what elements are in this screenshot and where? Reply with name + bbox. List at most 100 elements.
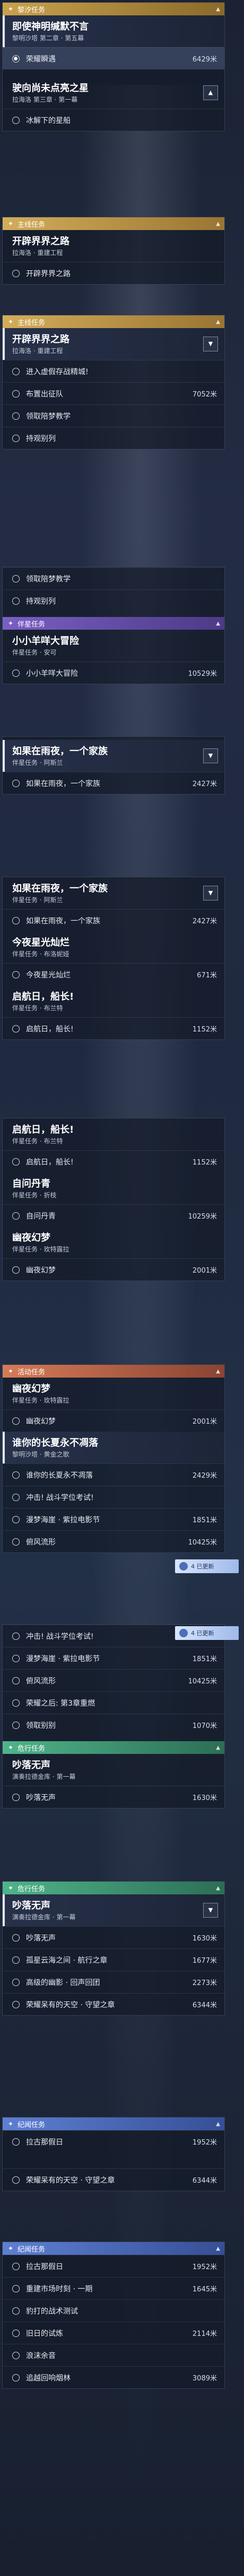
radio-icon: [12, 116, 20, 124]
expand-toggle-icon[interactable]: ▲: [203, 85, 218, 100]
collapse-icon[interactable]: ▲: [216, 2246, 220, 2252]
quest-item[interactable]: 启航日，船长! 伴星任务 · 布兰特: [3, 1118, 224, 1150]
collapse-icon[interactable]: ▲: [216, 1369, 220, 1374]
quest-item[interactable]: 自问丹青 伴星任务 · 折枝: [3, 1172, 224, 1204]
quest-step[interactable]: 荣耀之后: 第3章重燃: [3, 1691, 224, 1714]
quest-item[interactable]: 吵落无声 演奏拉德金库 · 第一幕 ▼: [3, 1894, 224, 1926]
quest-step[interactable]: 谁你的长夏永不凋落 2429米: [3, 1463, 224, 1486]
quest-step[interactable]: 荣耀瞬遇 6429米: [3, 47, 224, 69]
quest-step[interactable]: 冰解下的星船: [3, 109, 224, 131]
quest-step[interactable]: 荣耀呆有的天空 · 守望之章 6344米: [3, 1993, 224, 2015]
collapse-icon[interactable]: ▲: [216, 1745, 220, 1751]
quest-item[interactable]: 谁你的长夏永不凋落 黎明沙塔 · 黄金之歌: [3, 1432, 224, 1463]
quest-step[interactable]: 拉古那假日 1952米: [3, 2130, 224, 2152]
quest-step[interactable]: 开辟界界之路: [3, 262, 224, 284]
expand-toggle-icon[interactable]: ▼: [203, 748, 218, 763]
radio-icon: [12, 434, 20, 442]
quest-step[interactable]: 孤星云海之间 · 航行之章 1677米: [3, 1948, 224, 1971]
quest-step[interactable]: 漫梦海崖 · 紫拉电影节 1851米: [3, 1508, 224, 1530]
quest-step[interactable]: 拉古那假日 1952米: [3, 2255, 224, 2277]
quest-step[interactable]: 启航日，船长! 1152米: [3, 1017, 224, 1039]
quest-item[interactable]: 吵落无声 演奏拉德金库 · 第一幕: [3, 1754, 224, 1786]
step-distance: 2429米: [192, 1472, 217, 1480]
category-header[interactable]: ✦ 危行任务 ▲: [3, 1882, 224, 1894]
category-label: 伴星任务: [18, 620, 46, 629]
quest-step[interactable]: 如果在雨夜，一个家族 2427米: [3, 909, 224, 931]
quest-step[interactable]: 今夜星光灿烂 671米: [3, 963, 224, 985]
category-header[interactable]: ✦ 活动任务 ▲: [3, 1365, 224, 1378]
radio-icon: [12, 1677, 20, 1684]
quest-step[interactable]: 领取陪梦教学: [3, 404, 224, 427]
collapse-icon[interactable]: ▲: [216, 221, 220, 227]
quest-item[interactable]: 即使神明缄默不言 黎明沙塔 第二章 · 第五幕: [3, 15, 224, 47]
quest-item[interactable]: 幽夜幻梦 伴星任务 · 玫特露拉: [3, 1378, 224, 1409]
quest-step[interactable]: 旧日的试炼 2114米: [3, 2322, 224, 2344]
quest-step[interactable]: 进入虚假存战精城!: [3, 360, 224, 382]
quest-step[interactable]: 如果在雨夜，一个家族 2427米: [3, 772, 224, 794]
quest-step[interactable]: 幽夜幻梦 2001米: [3, 1258, 224, 1281]
quest-step[interactable]: 小小羊咩大冒险 10529米: [3, 661, 224, 684]
quest-step[interactable]: 布置出征队 7052米: [3, 382, 224, 404]
step-label: 高级的幽影 · 回声回团: [26, 1978, 100, 1987]
quest-step[interactable]: 领取别别 1070米: [3, 1714, 224, 1736]
quest-item[interactable]: 如果在雨夜，一个家族 伴星任务 · 阿斯兰 ▼: [3, 877, 224, 909]
category-star-icon: ✦: [7, 5, 14, 13]
quest-step[interactable]: 高级的幽影 · 回声回团 2273米: [3, 1971, 224, 1993]
step-distance: 6344米: [192, 2001, 217, 2009]
quest-step[interactable]: 荣耀呆有的天空 · 守望之章 6344米: [3, 2168, 224, 2191]
category-header[interactable]: ✦ 伴星任务 ▲: [3, 617, 224, 630]
step-label: 吵落无声: [26, 1793, 56, 1802]
quest-item[interactable]: 驶向尚未点亮之星 拉海洛 第三章 · 第一幕 ▲: [3, 77, 224, 109]
step-distance: 2427米: [192, 780, 217, 788]
quest-step[interactable]: 冲击! 战斗学位考试!: [3, 1486, 224, 1508]
quest-step[interactable]: 豹打的战术测试: [3, 2299, 224, 2322]
expand-toggle-icon[interactable]: ▼: [203, 886, 218, 901]
quest-step[interactable]: 漫梦海崖 · 紫拉电影节 1851米: [3, 1647, 224, 1669]
category-header[interactable]: ✦ 纪闻任务 ▲: [3, 2242, 224, 2255]
quest-title: 驶向尚未点亮之星: [12, 83, 89, 94]
quest-item[interactable]: 幽夜幻梦 伴星任务 · 玫特露拉: [3, 1227, 224, 1258]
collapse-icon[interactable]: ▲: [216, 6, 220, 12]
quest-step[interactable]: 俯风流形 10425米: [3, 1530, 224, 1552]
quest-screen-6: 如果在雨夜，一个家族 伴星任务 · 阿斯兰 ▼ 如果在雨夜，一个家族 2427米…: [0, 875, 244, 1110]
quest-step[interactable]: 持观别列: [3, 427, 224, 449]
category-header[interactable]: ✦ 危行任务 ▲: [3, 1741, 224, 1754]
quest-item[interactable]: 如果在雨夜，一个家族 伴星任务 · 阿斯兰 ▼: [3, 740, 224, 772]
radio-icon: [12, 1793, 20, 1801]
update-toast[interactable]: 4 已更新: [175, 1626, 239, 1640]
quest-item[interactable]: 小小羊咩大冒险 伴星任务 · 安可: [3, 630, 224, 661]
collapse-icon[interactable]: ▲: [216, 1885, 220, 1891]
category-header[interactable]: ✦ 主线任务 ▲: [3, 217, 224, 230]
quest-item[interactable]: 启航日，船长! 伴星任务 · 布兰特: [3, 985, 224, 1017]
quest-panel: 启航日，船长! 伴星任务 · 布兰特 启航日，船长! 1152米 自问丹青 伴星…: [2, 1118, 225, 1281]
quest-step[interactable]: 追越回响烟林 3089米: [3, 2366, 224, 2388]
category-header[interactable]: ✦ 纪闻任务 ▲: [3, 2118, 224, 2130]
quest-step[interactable]: 吵落无声 1630米: [3, 1786, 224, 1808]
category-label: 主线任务: [18, 319, 46, 327]
step-label: 谁你的长夏永不凋落: [26, 1471, 93, 1480]
quest-step[interactable]: 俯风流形 10425米: [3, 1669, 224, 1691]
quest-step[interactable]: 重建市场时刻 · 一期 1645米: [3, 2277, 224, 2299]
quest-item[interactable]: 开辟界界之路 拉海洛 · 重建工程: [3, 230, 224, 262]
quest-step[interactable]: 自问丹青 10259米: [3, 1204, 224, 1227]
collapse-icon[interactable]: ▲: [216, 621, 220, 627]
quest-item[interactable]: 今夜星光灿烂 伴星任务 · 布洛妮娅: [3, 931, 224, 963]
collapse-icon[interactable]: ▲: [216, 319, 220, 325]
category-header[interactable]: ✦ 黎汐任务 ▲: [3, 3, 224, 15]
update-toast[interactable]: 4 已更新: [175, 1559, 239, 1573]
step-label: 布置出征队: [26, 390, 63, 399]
quest-step[interactable]: 持观别列: [3, 589, 224, 612]
quest-step[interactable]: 浪沫余音: [3, 2344, 224, 2366]
quest-step[interactable]: 幽夜幻梦 2001米: [3, 1409, 224, 1432]
step-distance: 2001米: [192, 1418, 217, 1426]
expand-toggle-icon[interactable]: ▼: [203, 337, 218, 351]
quest-title: 吵落无声: [12, 1900, 50, 1911]
expand-toggle-icon[interactable]: ▼: [203, 1903, 218, 1918]
quest-step[interactable]: 吵落无声 1630米: [3, 1926, 224, 1948]
quest-step[interactable]: 领取陪梦教学: [3, 567, 224, 589]
quest-step[interactable]: 启航日，船长! 1152米: [3, 1150, 224, 1172]
step-label: 漫梦海崖 · 紫拉电影节: [26, 1654, 100, 1663]
category-header[interactable]: ✦ 主线任务 ▲: [3, 315, 224, 328]
quest-item[interactable]: 开辟界界之路 拉海洛 · 重建工程 ▼: [3, 328, 224, 360]
collapse-icon[interactable]: ▲: [216, 2121, 220, 2127]
